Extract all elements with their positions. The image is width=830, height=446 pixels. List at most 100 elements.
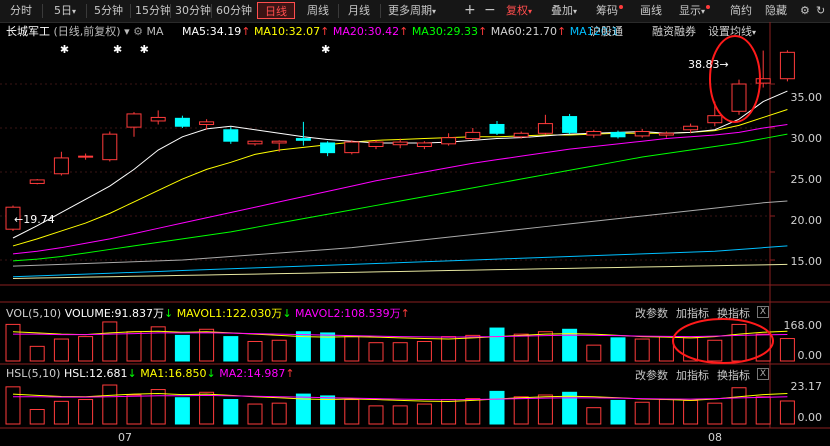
- candle-up: [755, 78, 771, 84]
- volume-bar-down: [610, 337, 626, 362]
- vol-axis-max: 168.00: [783, 319, 823, 332]
- candle-up: [537, 123, 553, 134]
- candle-up: [731, 83, 747, 112]
- volume-bar-up: [78, 336, 94, 362]
- candle-up: [416, 142, 432, 147]
- candle-up: [707, 115, 723, 124]
- hsl-bar-up: [441, 399, 457, 425]
- volume-bar-up: [513, 333, 529, 362]
- volume-bar-up: [102, 321, 118, 362]
- hsl-legend: HSL(5,10) HSL:12.681↓ MA1:16.850↓ MA2:14…: [6, 367, 295, 380]
- ma250-line: [12, 263, 788, 279]
- x-axis-label: 07: [118, 431, 132, 444]
- volume-bar-up: [392, 342, 408, 362]
- volume-bar-up: [247, 340, 263, 362]
- price-axis-label: 15.00: [790, 255, 823, 268]
- hsl-ma2-value: MA2:14.987: [219, 367, 286, 380]
- candle-down: [562, 116, 578, 133]
- candle-up: [150, 116, 166, 122]
- volume-value: VOLUME:91.837万: [64, 307, 164, 320]
- arrow-left-icon: ←: [14, 213, 24, 226]
- x-axis-label: 08: [708, 431, 722, 444]
- candle-up: [199, 121, 215, 125]
- candle-up: [29, 179, 45, 184]
- hsl-bar-up: [513, 396, 529, 425]
- vol-legend: VOL(5,10) VOLUME:91.837万↓ MAVOL1:122.030…: [6, 305, 410, 321]
- candle-up: [78, 155, 94, 158]
- volume-bar-up: [658, 336, 674, 362]
- arrow-up-icon: ↑: [285, 367, 295, 380]
- hsl-bar-up: [29, 408, 45, 425]
- high-price-annotation: 38.83→: [688, 58, 729, 71]
- hsl-bar-up: [78, 399, 94, 425]
- hsl-value: HSL:12.681: [63, 367, 128, 380]
- candle-up: [344, 141, 360, 154]
- low-price-annotation: ←19.74: [14, 213, 55, 226]
- candle-down: [610, 131, 626, 138]
- event-star-icon[interactable]: ✱: [140, 43, 149, 56]
- candle-up: [271, 140, 287, 144]
- candle-up: [441, 137, 457, 145]
- candle-up: [368, 141, 384, 147]
- candle-up: [465, 131, 481, 140]
- volume-bar-up: [53, 338, 69, 362]
- hsl-bar-up: [755, 396, 771, 425]
- candle-up: [586, 131, 602, 136]
- candle-down: [174, 117, 190, 127]
- price-axis-label: 25.00: [790, 173, 823, 186]
- volume-bar-up: [441, 336, 457, 362]
- volume-bar-up: [271, 339, 287, 362]
- event-star-icon[interactable]: ✱: [60, 43, 69, 56]
- volume-bar-down: [174, 334, 190, 362]
- arrow-down-icon: ↓: [163, 307, 174, 320]
- ma30-line: [12, 133, 788, 262]
- vol-close-icon[interactable]: X: [757, 306, 769, 318]
- hsl-edit-params-button[interactable]: 改参数: [635, 367, 668, 383]
- arrow-down-icon: ↓: [206, 367, 216, 380]
- event-star-icon[interactable]: ✱: [321, 43, 330, 56]
- hsl-bar-up: [5, 386, 21, 425]
- volume-bar-up: [5, 323, 21, 362]
- hsl-bar-down: [320, 395, 336, 425]
- volume-bar-up: [465, 334, 481, 362]
- volume-bar-up: [779, 338, 795, 362]
- candle-up: [779, 51, 795, 80]
- vol-axis-min: 0.00: [797, 349, 823, 362]
- vol-title: VOL(5,10): [6, 307, 62, 320]
- vol-add-indicator-button[interactable]: 加指标: [676, 305, 709, 321]
- volume-bar-up: [586, 344, 602, 362]
- volume-bar-up: [634, 338, 650, 362]
- volume-bar-up: [707, 339, 723, 362]
- candle-up: [683, 125, 699, 131]
- volume-bar-down: [489, 327, 505, 362]
- vol-edit-params-button[interactable]: 改参数: [635, 305, 668, 321]
- hsl-switch-indicator-button[interactable]: 换指标: [717, 367, 750, 383]
- hsl-axis-min: 0.00: [797, 411, 823, 424]
- candle-up: [634, 131, 650, 137]
- high-price-value: 38.83: [688, 58, 720, 71]
- hsl-add-indicator-button[interactable]: 加指标: [676, 367, 709, 383]
- ma60-line: [12, 200, 788, 267]
- hsl-bar-up: [658, 399, 674, 425]
- hsl-bar-up: [102, 384, 118, 425]
- candle-up: [247, 140, 263, 145]
- event-star-icon[interactable]: ✱: [113, 43, 122, 56]
- hsl-bar-up: [150, 389, 166, 425]
- volume-bar-up: [199, 328, 215, 362]
- hsl-bar-up: [271, 402, 287, 425]
- price-axis-label: 30.00: [790, 132, 823, 145]
- candle-down: [223, 129, 239, 142]
- low-price-value: 19.74: [23, 213, 55, 226]
- arrow-down-icon: ↓: [282, 307, 292, 320]
- hsl-bar-up: [199, 391, 215, 425]
- hsl-bar-up: [634, 401, 650, 425]
- hsl-ma1-value: MA1:16.850: [140, 367, 207, 380]
- hsl-bar-up: [392, 405, 408, 425]
- candle-up: [658, 132, 674, 136]
- hsl-bar-down: [610, 399, 626, 425]
- vol-switch-indicator-button[interactable]: 换指标: [717, 305, 750, 321]
- hsl-close-icon[interactable]: X: [757, 368, 769, 380]
- arrow-down-icon: ↓: [127, 367, 137, 380]
- volume-bar-down: [223, 336, 239, 362]
- ma120-line: [12, 245, 788, 278]
